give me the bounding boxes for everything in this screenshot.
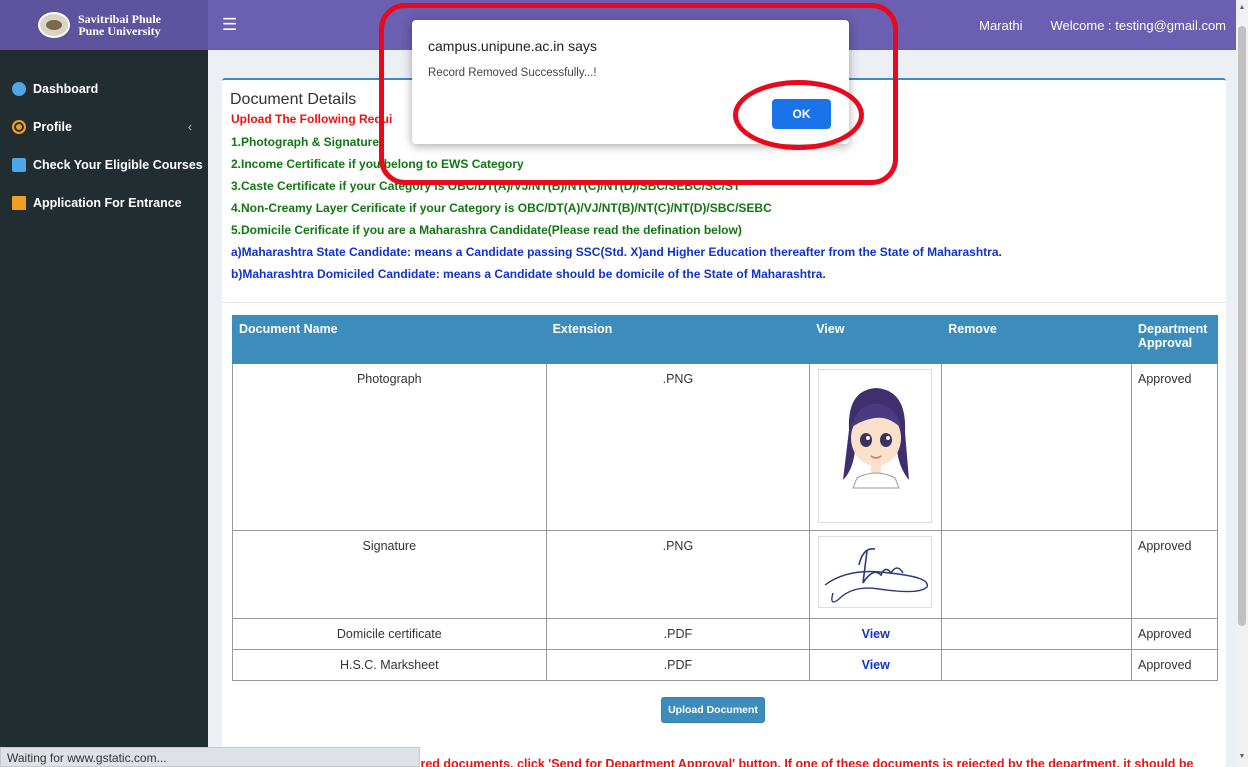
book-icon [12,196,26,210]
column-header-view: View [809,315,943,364]
welcome-text: Welcome : testing@gmail.com [1050,17,1226,33]
dialog-title: campus.unipune.ac.in says [428,38,597,54]
hamburger-icon[interactable]: ☰ [222,15,242,35]
instruction-line: a)Maharashtra State Candidate: means a C… [231,245,1002,259]
sidebar-item-label: Dashboard [33,82,99,96]
cell-remove [941,618,1132,650]
cell-document-name: H.S.C. Marksheet [232,649,547,681]
browser-status-bar: Waiting for www.gstatic.com... [0,747,420,767]
view-link[interactable]: View [862,627,890,641]
cell-view [809,530,943,619]
dialog-message: Record Removed Successfully...! [428,67,597,79]
alert-dialog: campus.unipune.ac.in says Record Removed… [412,20,849,144]
column-header-department-approval: Department Approval [1130,315,1219,364]
document-details-box: Document Details Upload The Following Re… [222,78,1226,767]
upload-document-button[interactable]: Upload Document [661,697,765,723]
cell-extension: .PDF [545,618,811,650]
user-circle-icon [12,120,26,134]
cell-extension: .PDF [545,649,811,681]
cell-view [809,363,943,531]
instruction-heading: Upload The Following Requi [231,112,393,126]
status-badge: Approved [1130,618,1219,650]
bottom-instruction-note: ired documents, click 'Send for Departme… [417,757,1194,767]
table-header-row: Document Name Extension View Remove Depa… [232,315,1219,364]
status-badge: Approved [1130,530,1219,619]
cell-extension: .PNG [545,530,811,619]
logo-text: Savitribai Phule Pune University [78,13,161,37]
top-right-area: Marathi Welcome : testing@gmail.com [979,18,1236,33]
cell-view: View [809,618,943,650]
photograph-thumbnail[interactable] [818,369,933,523]
status-badge: Approved [1130,649,1219,681]
documents-table: Document Name Extension View Remove Depa… [232,315,1219,681]
page-title: Document Details [230,91,357,108]
sidebar-item-label: Profile [33,120,72,134]
cell-remove [941,530,1132,619]
instruction-line: 1.Photograph & Signature [231,135,380,149]
table-row: Photograph .PNG Approved [232,363,1219,531]
sidebar-item-eligible-courses[interactable]: Check Your Eligible Courses [0,146,208,184]
signature-image [824,548,929,603]
sidebar-item-application-entrance[interactable]: Application For Entrance [0,184,208,222]
avatar-image [843,388,910,489]
edit-icon [12,158,26,172]
cell-view: View [809,649,943,681]
instruction-line: 3.Caste Certificate if your Category is … [231,179,741,193]
cell-remove [941,363,1132,531]
status-badge: Approved [1130,363,1219,531]
column-header-remove: Remove [941,315,1132,364]
scroll-up-icon[interactable]: ▲ [1238,4,1246,11]
language-link[interactable]: Marathi [979,18,1022,33]
scroll-down-icon[interactable]: ▼ [1238,753,1246,760]
cell-document-name: Domicile certificate [232,618,547,650]
sidebar-item-label: Check Your Eligible Courses [33,158,203,172]
chevron-left-icon: ‹ [187,120,192,134]
table-row: Domicile certificate .PDF View Approved [232,618,1219,650]
dashboard-icon [12,82,26,96]
university-emblem-icon [38,12,70,38]
sidebar-item-profile[interactable]: Profile ‹ [0,108,208,146]
sidebar: Dashboard Profile ‹ Check Your Eligible … [0,50,208,767]
scrollbar-thumb[interactable] [1238,26,1246,626]
divider [222,302,1226,303]
instruction-line: 5.Domicile Cerificate if you are a Mahar… [231,223,742,237]
instruction-line: b)Maharashtra Domiciled Candidate: means… [231,267,826,281]
page-scrollbar[interactable]: ▲ ▼ [1236,0,1248,767]
instruction-line: 2.Income Certificate if you belong to EW… [231,157,524,171]
sidebar-item-dashboard[interactable]: Dashboard [0,70,208,108]
view-link[interactable]: View [862,658,890,672]
column-header-extension: Extension [545,315,811,364]
cell-extension: .PNG [545,363,811,531]
signature-thumbnail[interactable] [818,536,933,608]
logo-line-2: Pune University [78,24,161,38]
cell-document-name: Signature [232,530,547,619]
table-row: Signature .PNG Approved [232,530,1219,619]
cell-remove [941,649,1132,681]
ok-button[interactable]: OK [772,99,831,129]
cell-document-name: Photograph [232,363,547,531]
table-row: H.S.C. Marksheet .PDF View Approved [232,649,1219,681]
university-logo[interactable]: Savitribai Phule Pune University [0,0,208,50]
sidebar-item-label: Application For Entrance [33,196,182,210]
column-header-document-name: Document Name [232,315,547,364]
instruction-line: 4.Non-Creamy Layer Cerificate if your Ca… [231,201,772,215]
